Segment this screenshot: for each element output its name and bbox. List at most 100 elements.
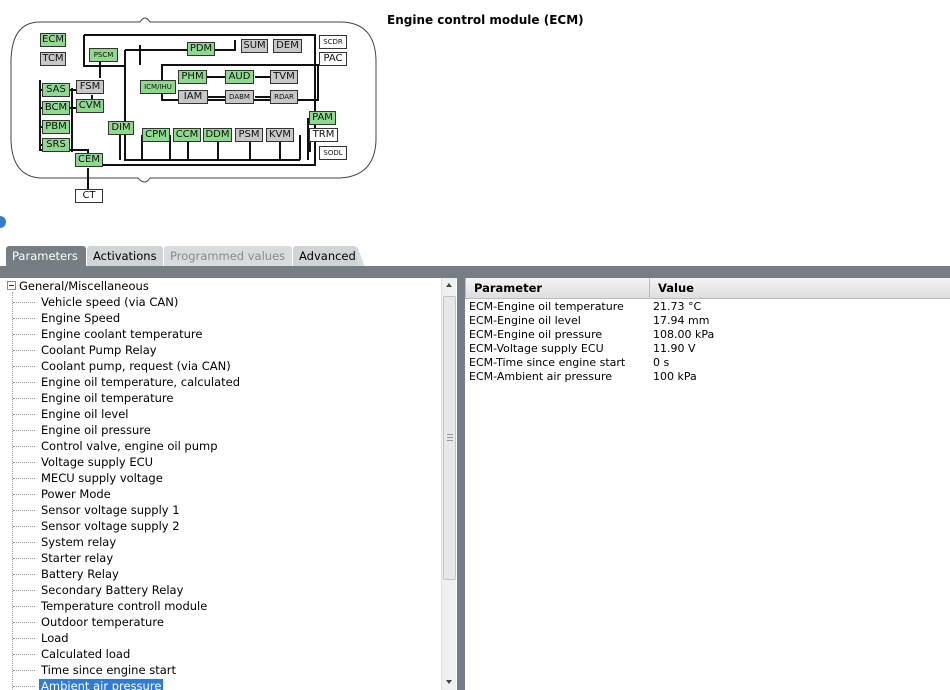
table-row[interactable]: ECM-Ambient air pressure 100 kPa (465, 370, 950, 384)
module-dim[interactable]: DIM (108, 121, 134, 135)
tree-item[interactable]: Calculated load (12, 646, 432, 662)
module-cpm[interactable]: CPM (142, 128, 170, 142)
scroll-down-icon[interactable] (442, 677, 457, 688)
tree-item[interactable]: Sensor voltage supply 2 (12, 518, 432, 534)
tree-group[interactable]: General/Miscellaneous (7, 279, 149, 294)
module-icm-ihu[interactable]: ICM/IHU (140, 80, 176, 94)
module-bcm[interactable]: BCM (42, 101, 70, 115)
tree-item[interactable]: Engine oil level (12, 406, 432, 422)
value-cell: 11.90 V (653, 342, 696, 355)
column-header-parameter[interactable]: Parameter (466, 278, 650, 299)
scroll-up-icon[interactable] (442, 280, 457, 291)
tab-parameters[interactable]: Parameters (6, 246, 86, 267)
module-scdr[interactable]: SCDR (319, 35, 347, 49)
module-pdm[interactable]: PDM (187, 42, 215, 56)
tree-item[interactable]: Power Mode (12, 486, 432, 502)
tree-item[interactable]: Temperature controll module (12, 598, 432, 614)
tree-item[interactable]: Control valve, engine oil pump (12, 438, 432, 454)
tree-item[interactable]: Outdoor temperature (12, 614, 432, 630)
scroll-thumb[interactable] (443, 296, 456, 580)
tab-activations[interactable]: Activations (87, 246, 163, 267)
parameter-cell: ECM-Voltage supply ECU (469, 342, 604, 355)
tree-item-label: Temperature controll module (41, 599, 208, 613)
table-row[interactable]: ECM-Time since engine start 0 s (465, 356, 950, 370)
grip-icon (447, 434, 453, 441)
module-pbm[interactable]: PBM (42, 120, 70, 134)
module-tcm[interactable]: TCM (40, 52, 66, 66)
tree-item[interactable]: Engine oil temperature (12, 390, 432, 406)
module-cem[interactable]: CEM (75, 153, 103, 167)
table-row[interactable]: ECM-Engine oil temperature 21.73 °C (465, 300, 950, 314)
module-cvm[interactable]: CVM (76, 99, 104, 113)
table-row[interactable]: ECM-Engine oil level 17.94 mm (465, 314, 950, 328)
tree-item-label: Engine oil level (41, 407, 129, 421)
tree-item[interactable]: Voltage supply ECU (12, 454, 432, 470)
tree-item-label: Starter relay (41, 551, 114, 565)
tree-item-label: Calculated load (41, 647, 131, 661)
module-dabm[interactable]: DABM (225, 90, 254, 104)
tree-item-label: Vehicle speed (via CAN) (41, 295, 179, 309)
tree-item-label: Sensor voltage supply 1 (41, 503, 180, 517)
module-psm[interactable]: PSM (235, 128, 263, 142)
module-dem[interactable]: DEM (273, 39, 302, 53)
module-sum[interactable]: SUM (241, 39, 268, 53)
tree-item-label: Time since engine start (41, 663, 176, 677)
tree-item[interactable]: Engine oil pressure (12, 422, 432, 438)
tree-item[interactable]: Engine Speed (12, 310, 432, 326)
column-header-value[interactable]: Value (650, 278, 950, 299)
tree-item[interactable]: MECU supply voltage (12, 470, 432, 486)
tree-item[interactable]: Vehicle speed (via CAN) (12, 294, 432, 310)
module-sas[interactable]: SAS (42, 83, 70, 97)
tree-item-label: Engine coolant temperature (41, 327, 203, 341)
module-phm[interactable]: PHM (178, 70, 207, 84)
module-tvm[interactable]: TVM (270, 70, 298, 84)
module-rdar[interactable]: RDAR (270, 90, 298, 104)
tree-item-label: Engine oil temperature (41, 391, 174, 405)
tree-item-label: Power Mode (41, 487, 111, 501)
module-trm[interactable]: TRM (309, 128, 338, 142)
tree-item[interactable]: Starter relay (12, 550, 432, 566)
module-iam[interactable]: IAM (178, 90, 208, 104)
tree-item[interactable]: Engine oil temperature, calculated (12, 374, 432, 390)
module-sodl[interactable]: SODL (319, 146, 347, 160)
tab-advanced[interactable]: Advanced (293, 246, 357, 267)
tree-item-label: Coolant Pump Relay (41, 343, 157, 357)
parameter-cell: ECM-Time since engine start (469, 356, 626, 369)
tree-item[interactable]: System relay (12, 534, 432, 550)
tab-programmed-values[interactable]: Programmed values (164, 246, 292, 267)
module-ct[interactable]: CT (75, 189, 103, 203)
tree-item[interactable]: Secondary Battery Relay (12, 582, 432, 598)
value-cell: 17.94 mm (653, 314, 710, 327)
tree-item[interactable]: Engine coolant temperature (12, 326, 432, 342)
module-pscm[interactable]: PSCM (89, 48, 118, 62)
module-ddm[interactable]: DDM (203, 128, 232, 142)
tree-item[interactable]: Coolant Pump Relay (12, 342, 432, 358)
tree-item-label: Engine oil temperature, calculated (41, 375, 241, 389)
parameter-tree: General/Miscellaneous Vehicle speed (via… (0, 278, 457, 690)
tree-item-label: Control valve, engine oil pump (41, 439, 218, 453)
tree-item[interactable]: Ambient air pressure (12, 678, 432, 690)
table-row[interactable]: ECM-Voltage supply ECU 11.90 V (465, 342, 950, 356)
tree-item-label: MECU supply voltage (41, 471, 163, 485)
module-ccm[interactable]: CCM (173, 128, 201, 142)
tree-item-list: Vehicle speed (via CAN) Engine Speed Engin… (12, 294, 432, 690)
value-cell: 100 kPa (653, 370, 697, 383)
module-pam[interactable]: PAM (309, 111, 336, 125)
tree-scrollbar[interactable] (441, 278, 456, 690)
tree-item[interactable]: Battery Relay (12, 566, 432, 582)
module-pac[interactable]: PAC (319, 52, 347, 66)
module-srs[interactable]: SRS (42, 138, 70, 152)
collapse-icon[interactable] (7, 281, 16, 290)
tree-item[interactable]: Coolant pump, request (via CAN) (12, 358, 432, 374)
tree-item[interactable]: Time since engine start (12, 662, 432, 678)
module-kvm[interactable]: KVM (266, 128, 294, 142)
module-fsm[interactable]: FSM (76, 80, 104, 94)
tree-item[interactable]: Sensor voltage supply 1 (12, 502, 432, 518)
help-icon[interactable] (0, 216, 6, 228)
tree-item-label: Ambient air pressure (39, 679, 164, 690)
module-aud[interactable]: AUD (225, 70, 254, 84)
module-ecm[interactable]: ECM (40, 33, 66, 47)
panel-splitter[interactable] (457, 278, 465, 690)
tree-item[interactable]: Load (12, 630, 432, 646)
table-row[interactable]: ECM-Engine oil pressure 108.00 kPa (465, 328, 950, 342)
